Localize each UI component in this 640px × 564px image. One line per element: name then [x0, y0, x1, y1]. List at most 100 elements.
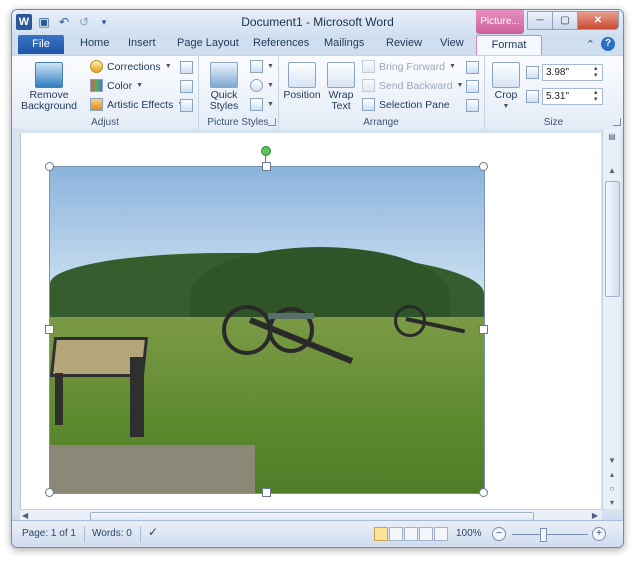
close-button[interactable]: ✕	[577, 11, 619, 30]
picture-path	[50, 445, 255, 493]
corrections-label: Corrections	[107, 60, 161, 73]
send-backward-icon	[362, 79, 375, 92]
arrange-group: Position Wrap Text Bring Forward ▼ Send …	[278, 56, 485, 129]
bring-forward-dropdown-icon: ▼	[448, 63, 456, 70]
wrap-text-label-line2: Text	[331, 100, 351, 112]
shape-width-input[interactable]: 5.31"	[542, 88, 603, 105]
color-icon	[90, 79, 103, 92]
tab-mailings[interactable]: Mailings	[324, 37, 364, 49]
crop-dropdown-icon: ▼	[502, 103, 510, 110]
bring-forward-button[interactable]: Bring Forward ▼	[362, 60, 456, 73]
resize-handle-top[interactable]	[262, 162, 271, 171]
tab-review[interactable]: Review	[386, 37, 422, 49]
picture-styles-launcher-icon[interactable]	[268, 118, 276, 126]
tab-file[interactable]: File	[18, 35, 64, 54]
zoom-in-button[interactable]: +	[592, 527, 606, 541]
scroll-right-icon[interactable]: ▶	[592, 511, 598, 520]
picture-effects-icon	[250, 79, 263, 92]
full-screen-reading-view-icon[interactable]	[389, 527, 403, 541]
help-icon[interactable]: ?	[601, 37, 615, 51]
previous-page-icon[interactable]: ▴	[605, 469, 619, 481]
rotation-handle[interactable]	[261, 146, 271, 156]
send-backward-button[interactable]: Send Backward ▼	[362, 79, 463, 92]
web-layout-view-icon[interactable]	[404, 527, 418, 541]
next-page-icon[interactable]: ▾	[605, 497, 619, 509]
resize-handle-right[interactable]	[479, 325, 488, 334]
vertical-scroll-thumb[interactable]	[605, 181, 620, 297]
position-button[interactable]: Position	[282, 62, 322, 101]
remove-background-icon	[35, 62, 63, 88]
vertical-scrollbar[interactable]: ▤ ▲ ▼ ▴ ○ ▾	[602, 129, 621, 509]
bring-forward-icon	[362, 60, 375, 73]
tab-insert[interactable]: Insert	[128, 37, 156, 49]
status-separator	[84, 526, 85, 542]
tab-references[interactable]: References	[253, 37, 309, 49]
picture-layout-button[interactable]: ▼	[250, 98, 274, 111]
quick-styles-label-line2: Styles	[209, 100, 239, 112]
tab-view[interactable]: View	[440, 37, 464, 49]
resize-handle-bottom-right[interactable]	[479, 488, 488, 497]
outline-view-icon[interactable]	[419, 527, 433, 541]
picture-layout-dropdown-icon: ▼	[267, 101, 274, 108]
draft-view-icon[interactable]	[434, 527, 448, 541]
selected-picture[interactable]	[49, 166, 485, 494]
reset-picture-icon[interactable]	[180, 99, 193, 112]
zoom-slider-track[interactable]	[512, 534, 588, 535]
scroll-left-icon[interactable]: ◀	[22, 511, 28, 520]
print-layout-view-icon[interactable]	[374, 527, 388, 541]
selection-pane-label: Selection Pane	[379, 98, 450, 111]
resize-handle-bottom[interactable]	[262, 488, 271, 497]
picture-border-dropdown-icon: ▼	[267, 63, 274, 70]
zoom-out-button[interactable]: −	[492, 527, 506, 541]
bring-forward-label: Bring Forward	[379, 60, 445, 73]
selection-pane-icon	[362, 98, 375, 111]
color-button[interactable]: Color ▼	[90, 79, 143, 92]
zoom-level[interactable]: 100%	[456, 528, 482, 539]
page-count[interactable]: Page: 1 of 1	[22, 528, 76, 539]
select-browse-object-icon[interactable]: ○	[605, 483, 619, 495]
shape-height-input[interactable]: 3.98"	[542, 64, 603, 81]
group-icon[interactable]	[466, 80, 479, 93]
compress-pictures-icon[interactable]	[180, 61, 193, 74]
resize-handle-top-right[interactable]	[479, 162, 488, 171]
crop-label: Crop	[494, 89, 518, 101]
tab-page-layout[interactable]: Page Layout	[177, 37, 239, 49]
ruler-toggle-icon[interactable]: ▤	[605, 131, 619, 143]
resize-handle-top-left[interactable]	[45, 162, 54, 171]
wrap-text-button[interactable]: Wrap Text	[324, 62, 358, 112]
minimize-ribbon-icon[interactable]: ⌃	[586, 38, 595, 51]
picture-effects-button[interactable]: ▼	[250, 79, 274, 92]
resize-handle-bottom-left[interactable]	[45, 488, 54, 497]
picture-border-button[interactable]: ▼	[250, 60, 274, 73]
position-label: Position	[283, 89, 321, 101]
cannon-barrel	[268, 313, 314, 319]
size-launcher-icon[interactable]	[613, 118, 621, 126]
resize-handle-left[interactable]	[45, 325, 54, 334]
tab-home[interactable]: Home	[80, 37, 109, 49]
proofing-icon[interactable]: ✓	[148, 525, 158, 539]
change-picture-icon[interactable]	[180, 80, 193, 93]
wrap-text-icon	[327, 62, 355, 88]
minimize-button[interactable]: ─	[527, 11, 553, 30]
selection-pane-button[interactable]: Selection Pane	[362, 98, 450, 111]
scroll-up-icon[interactable]: ▲	[605, 165, 619, 177]
zoom-slider-thumb[interactable]	[540, 528, 547, 542]
quick-styles-button[interactable]: Quick Styles	[202, 62, 246, 112]
align-icon[interactable]	[466, 61, 479, 74]
crop-button[interactable]: Crop ▼	[488, 62, 524, 112]
remove-background-button[interactable]: Remove Background	[16, 62, 82, 112]
window-controls: ─ ▢ ✕	[527, 11, 619, 30]
tab-format[interactable]: Format	[476, 35, 542, 55]
word-count[interactable]: Words: 0	[92, 528, 132, 539]
picture-border-icon	[250, 60, 263, 73]
artistic-effects-label: Artistic Effects	[107, 98, 174, 111]
rotate-icon[interactable]	[466, 99, 479, 112]
size-group: Crop ▼ 3.98" 5.31" Size	[484, 56, 623, 129]
document-page[interactable]	[20, 133, 601, 509]
maximize-button[interactable]: ▢	[552, 11, 578, 30]
corrections-button[interactable]: Corrections ▼	[90, 60, 172, 73]
scroll-down-icon[interactable]: ▼	[605, 455, 619, 467]
artistic-effects-button[interactable]: Artistic Effects ▼	[90, 98, 184, 111]
send-backward-label: Send Backward	[379, 79, 453, 92]
shape-width-control: 5.31"	[526, 88, 603, 105]
